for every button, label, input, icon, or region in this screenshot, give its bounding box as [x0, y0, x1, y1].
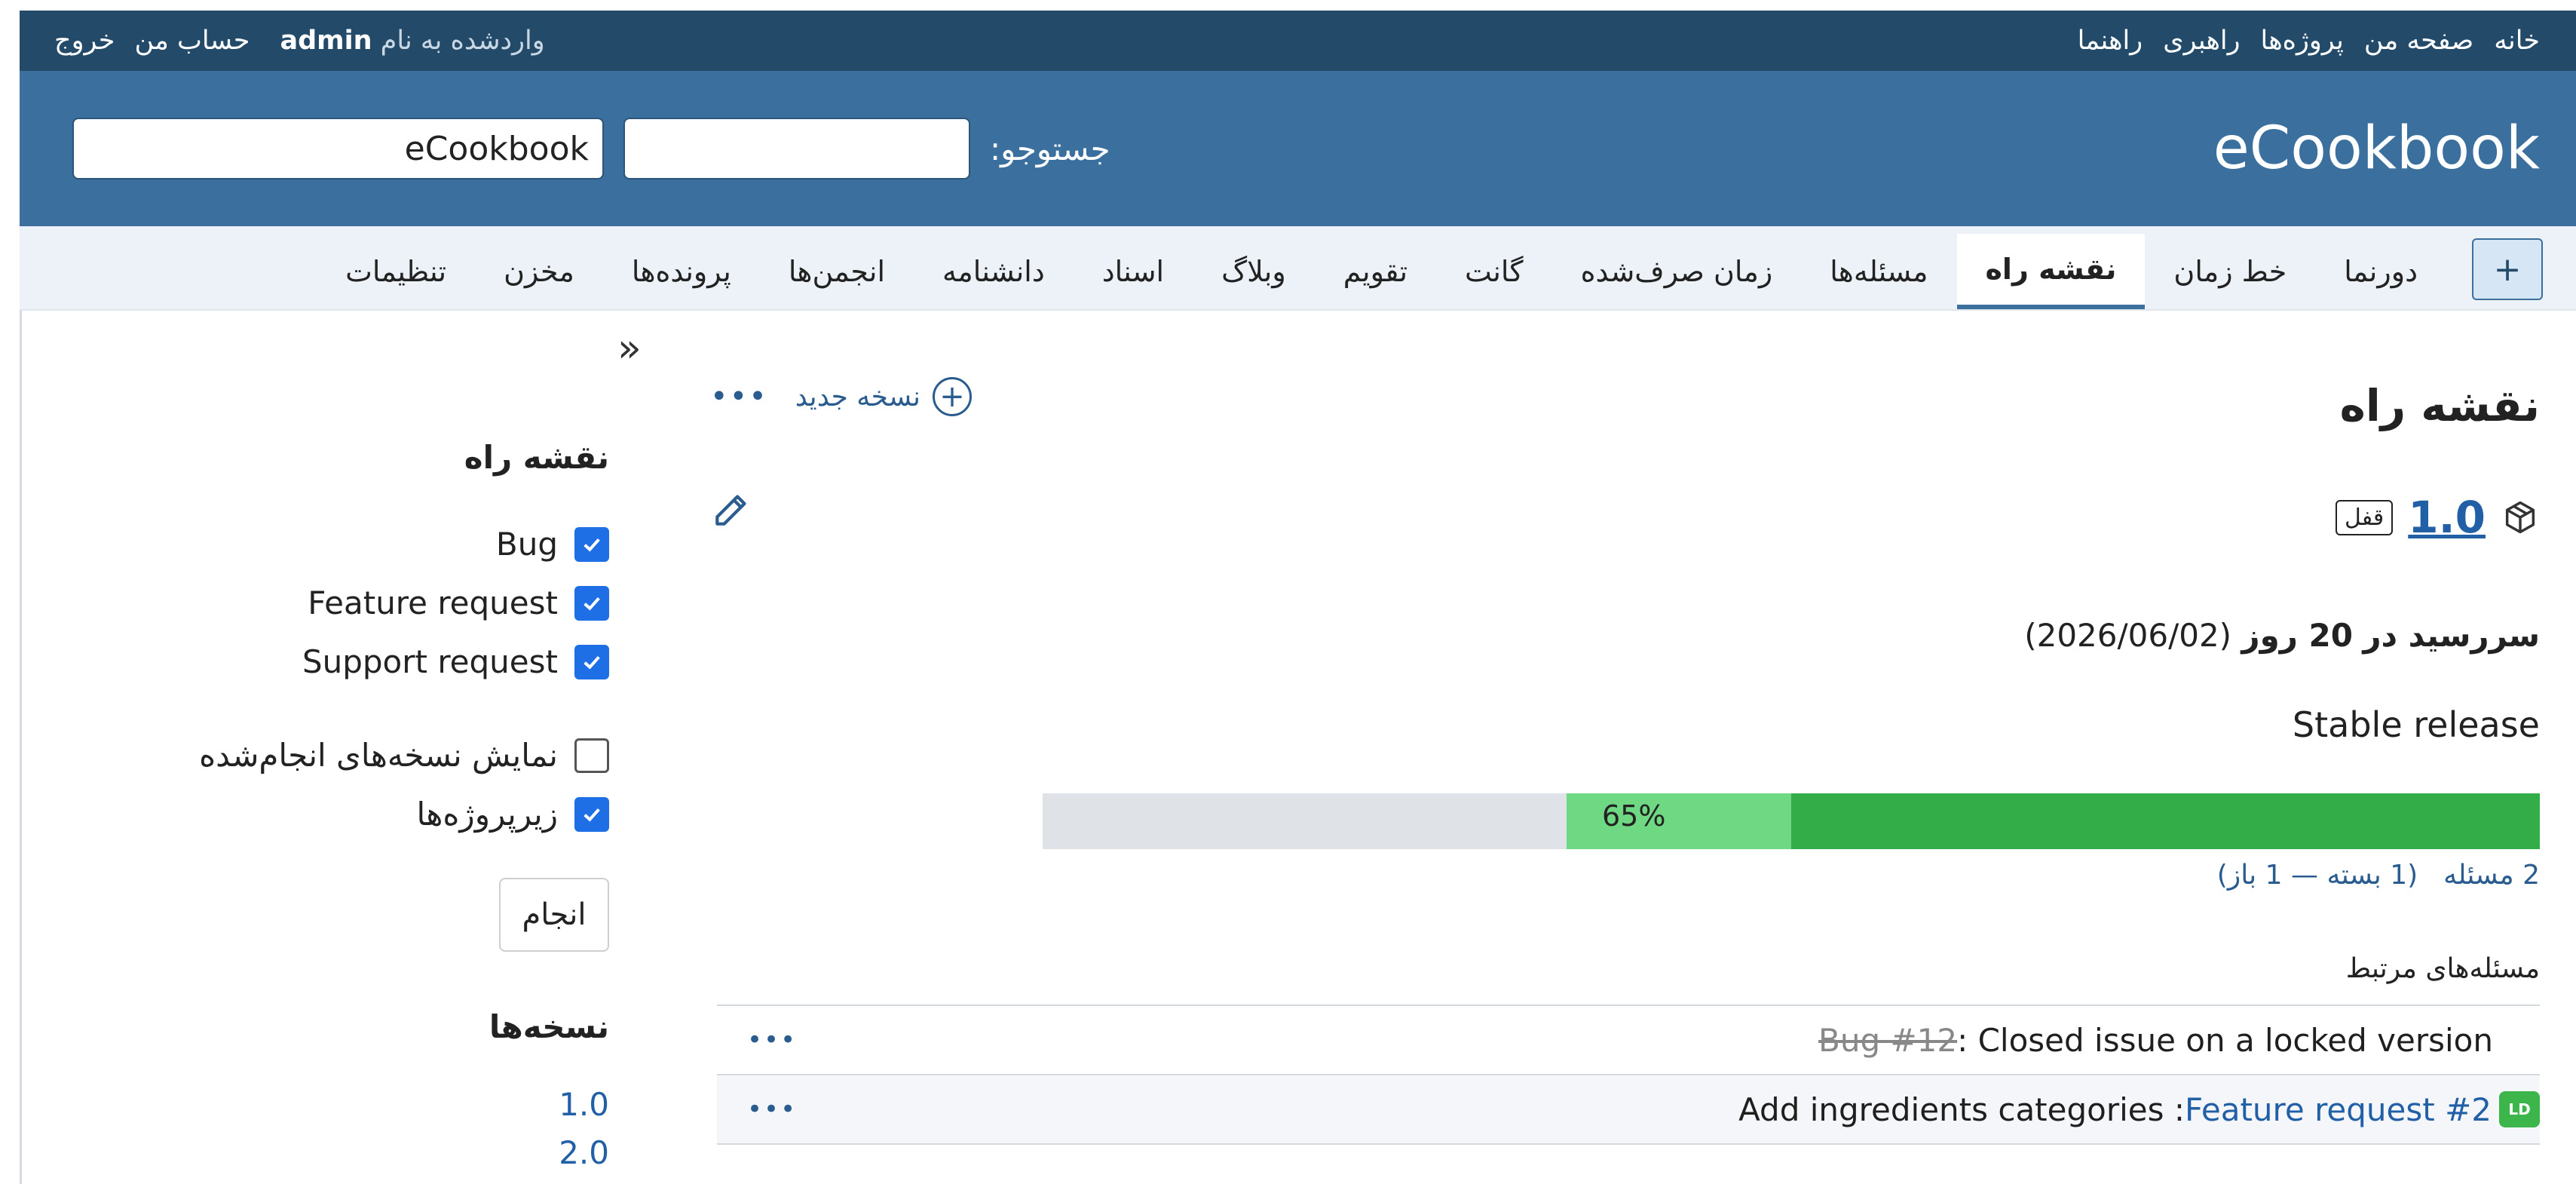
logout-link[interactable]: خروج	[54, 26, 115, 56]
package-icon	[2505, 501, 2535, 534]
contextual-actions: + نسخه جدید •••	[710, 377, 972, 416]
issue-row: LD Feature request #2: Add ingredients c…	[717, 1075, 2540, 1145]
project-jump-select[interactable]	[72, 118, 604, 179]
apply-button[interactable]: انجام	[499, 878, 609, 952]
project-title: eCookbook	[2213, 115, 2540, 183]
tab-spent-time[interactable]: زمان صرف‌شده	[1552, 234, 1802, 309]
sidebar-version-link[interactable]: 2.0	[559, 1134, 609, 1171]
tab-files[interactable]: پرونده‌ها	[603, 234, 760, 309]
checkbox-checked-icon[interactable]	[574, 796, 609, 832]
progress-closed-segment	[1791, 793, 2540, 849]
project-header: eCookbook جستوجو:	[20, 71, 2576, 226]
menu-help[interactable]: راهنما	[2078, 26, 2143, 56]
pencil-edit-icon[interactable]	[710, 489, 752, 531]
tab-overview[interactable]: دورنما	[2315, 234, 2446, 309]
issue-row: Bug #12: Closed issue on a locked versio…	[717, 1006, 2540, 1075]
search-label: جستوجو:	[990, 130, 1110, 167]
tracker-label: Bug	[495, 526, 558, 563]
related-issues-title: مسئله‌های مرتبط	[2345, 953, 2540, 984]
show-completed-checkbox[interactable]: نمایش نسخه‌های انجام‌شده	[199, 737, 609, 774]
tab-roadmap[interactable]: نقشه راه	[1956, 234, 2146, 309]
main-content: نقشه راه + نسخه جدید ••• 1.0 قفل سررسید …	[662, 311, 2576, 1184]
sidebar-roadmap-title: نقشه راه	[464, 439, 609, 476]
due-days: 20 روز	[2241, 617, 2353, 654]
tab-forums[interactable]: انجمن‌ها	[760, 234, 914, 309]
tracker-bug-checkbox[interactable]: Bug	[496, 526, 609, 563]
my-account-link[interactable]: حساب من	[134, 26, 250, 56]
menu-projects[interactable]: پروژه‌ها	[2261, 26, 2344, 56]
version-heading: 1.0 قفل	[2336, 492, 2540, 543]
version-progress-bar	[1043, 793, 2540, 849]
issue-count: 2 مسئله (1 بسته — 1 باز)	[2217, 860, 2540, 891]
tracker-support-checkbox[interactable]: Support request	[302, 643, 609, 680]
tracker-label: Support request	[302, 643, 558, 680]
add-circle-icon: +	[932, 377, 972, 416]
tab-wiki[interactable]: دانشنامه	[914, 234, 1074, 309]
due-date: (2026/06/02)	[2024, 617, 2232, 654]
tab-activity[interactable]: خط زمان	[2145, 234, 2315, 309]
version-link[interactable]: 1.0	[2408, 492, 2486, 543]
sidebar: « نقشه راه Bug Feature request Support r…	[20, 311, 662, 1184]
tracker-label: Feature request	[308, 584, 558, 621]
page-title: نقشه راه	[2339, 380, 2540, 431]
top-menu: خانه صفحه من پروژه‌ها راهبری راهنما	[2078, 26, 2540, 56]
issue-subject: : Add ingredients categories	[1738, 1090, 2185, 1128]
related-issues-table: Bug #12: Closed issue on a locked versio…	[717, 1005, 2540, 1145]
menu-home[interactable]: خانه	[2494, 26, 2540, 56]
due-prefix: سررسید در	[2363, 617, 2540, 654]
tab-repository[interactable]: مخزن	[475, 234, 603, 309]
checkbox-checked-icon[interactable]	[574, 526, 609, 562]
version-status-badge: قفل	[2336, 499, 2394, 535]
app-window: خانه صفحه من پروژه‌ها راهبری راهنما وارد…	[20, 11, 2576, 1184]
new-version-label: نسخه جدید	[795, 381, 920, 413]
due-date-text: سررسید در 20 روز (2026/06/02)	[2024, 617, 2540, 654]
avatar-badge: LD	[2499, 1091, 2540, 1127]
issue-link[interactable]: Bug #12	[1818, 1022, 1957, 1059]
more-actions-icon[interactable]: •••	[710, 379, 768, 414]
show-completed-label: نمایش نسخه‌های انجام‌شده	[199, 737, 558, 774]
checkbox-checked-icon[interactable]	[574, 644, 609, 679]
progress-percent: 65%	[1602, 799, 1666, 833]
collapse-sidebar-icon[interactable]: «	[617, 326, 642, 371]
logged-user-link[interactable]: admin	[280, 26, 372, 56]
top-menu-bar: خانه صفحه من پروژه‌ها راهبری راهنما وارد…	[20, 11, 2576, 71]
issue-link[interactable]: Feature request #2	[2185, 1091, 2492, 1128]
main-menu-tabs: + دورنما خط زمان نقشه راه مسئله‌ها زمان …	[20, 226, 2576, 311]
checkbox-checked-icon[interactable]	[574, 585, 609, 621]
issue-cell: Bug #12: Closed issue on a locked versio…	[1818, 1022, 2493, 1059]
tab-settings[interactable]: تنظیمات	[317, 234, 475, 309]
subprojects-checkbox[interactable]: زیرپروژه‌ها	[416, 796, 609, 833]
tab-gantt[interactable]: گانت	[1436, 234, 1552, 309]
tab-issues[interactable]: مسئله‌ها	[1801, 234, 1956, 309]
tracker-feature-checkbox[interactable]: Feature request	[308, 584, 609, 621]
issue-actions-icon[interactable]: •••	[747, 1094, 797, 1124]
tab-calendar[interactable]: تقویم	[1315, 234, 1436, 309]
new-object-button[interactable]: +	[2472, 238, 2543, 300]
checkbox-unchecked-icon[interactable]	[574, 738, 609, 773]
sidebar-version-link[interactable]: 1.0	[559, 1086, 609, 1123]
issue-actions-icon[interactable]: •••	[747, 1025, 797, 1055]
issue-count-link[interactable]: 2 مسئله	[2443, 860, 2540, 891]
subprojects-label: زیرپروژه‌ها	[416, 796, 558, 833]
logged-as: واردشده به نام admin	[280, 26, 544, 56]
menu-my-page[interactable]: صفحه من	[2364, 26, 2473, 56]
quick-search: جستوجو:	[72, 118, 1110, 179]
logged-as-prefix: واردشده به نام	[380, 26, 545, 56]
issue-cell: LD Feature request #2: Add ingredients c…	[1738, 1091, 2540, 1128]
new-version-link[interactable]: + نسخه جدید	[795, 377, 972, 416]
issue-breakdown[interactable]: (1 بسته — 1 باز)	[2217, 860, 2418, 891]
tab-documents[interactable]: اسناد	[1074, 234, 1193, 309]
version-description: Stable release	[2292, 704, 2540, 745]
issue-subject: : Closed issue on a locked version	[1957, 1021, 2493, 1059]
account-menu: واردشده به نام admin حساب من خروج	[54, 26, 545, 56]
tab-news[interactable]: وبلاگ	[1193, 234, 1315, 309]
search-input[interactable]	[623, 118, 970, 179]
sidebar-versions-title: نسخه‌ها	[489, 1008, 609, 1045]
menu-administration[interactable]: راهبری	[2163, 26, 2240, 56]
